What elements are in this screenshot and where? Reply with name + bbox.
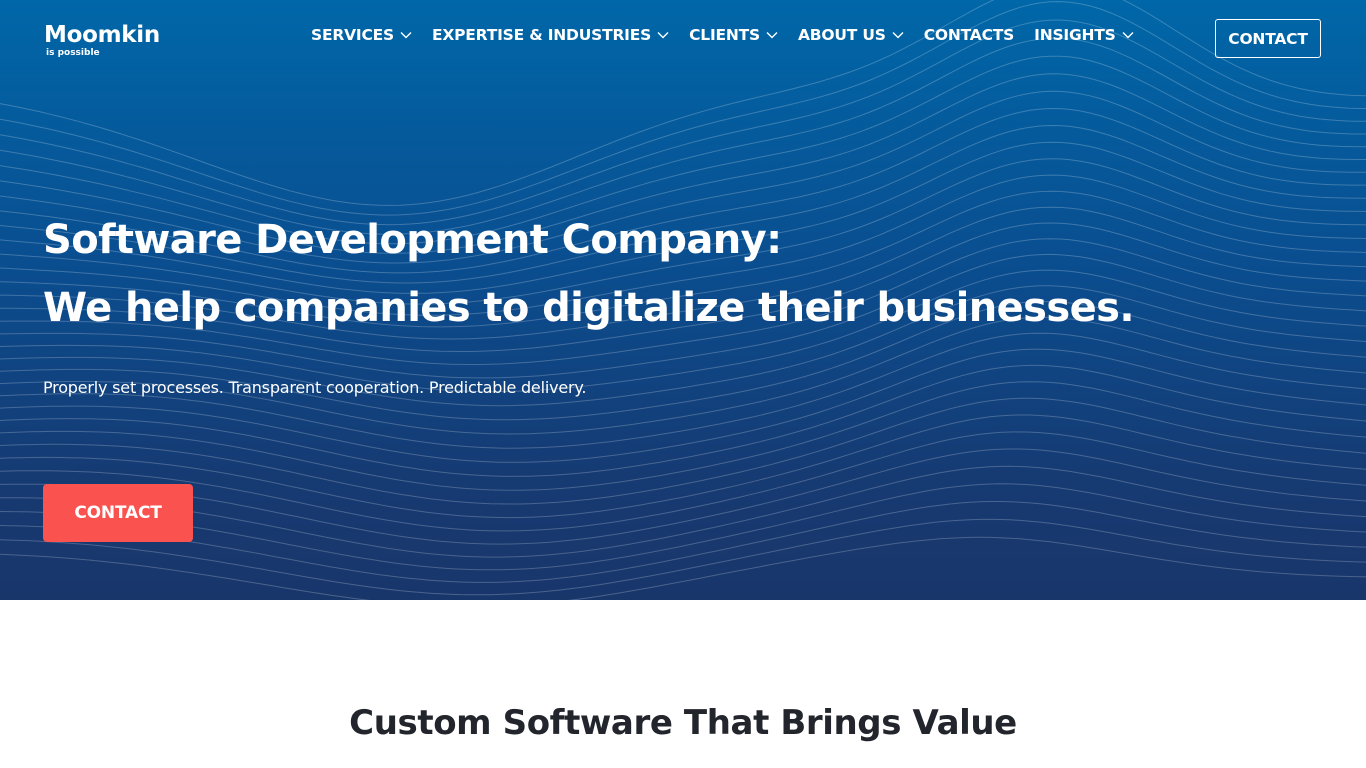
brand-name: Moomkin <box>44 22 160 48</box>
nav-item-services[interactable]: SERVICES <box>311 26 412 44</box>
nav-item-label: SERVICES <box>311 26 394 44</box>
nav-item-label: CLIENTS <box>689 26 761 44</box>
hero-subtitle: Properly set processes. Transparent coop… <box>43 378 587 397</box>
hero-contact-button[interactable]: CONTACT <box>43 484 193 542</box>
hero-title-line-2: We help companies to digitalize their bu… <box>43 285 1135 331</box>
hero-title: Software Development Company: We help co… <box>43 206 1135 342</box>
chevron-down-icon <box>1122 32 1134 39</box>
nav-item-label: EXPERTISE & INDUSTRIES <box>431 26 652 44</box>
nav-item-expertise-industries[interactable]: EXPERTISE & INDUSTRIES <box>432 26 669 44</box>
chevron-down-icon <box>657 32 669 39</box>
nav-item-about-us[interactable]: ABOUT US <box>798 26 904 44</box>
nav-item-contacts[interactable]: CONTACTS <box>923 26 1015 44</box>
nav-item-label: ABOUT US <box>798 26 886 44</box>
chevron-down-icon <box>766 32 778 39</box>
hero-section: Moomkin is possible SERVICES EXPERTISE &… <box>0 0 1366 600</box>
chevron-down-icon <box>892 32 904 39</box>
brand-tagline: is possible <box>46 48 100 58</box>
nav-item-insights[interactable]: INSIGHTS <box>1034 26 1134 44</box>
main-nav-menu: SERVICES EXPERTISE & INDUSTRIES CLIENTS … <box>311 26 1134 44</box>
hero-title-line-1: Software Development Company: <box>43 217 782 263</box>
nav-item-clients[interactable]: CLIENTS <box>689 26 778 44</box>
nav-item-label: CONTACTS <box>923 26 1015 44</box>
chevron-down-icon <box>400 32 412 39</box>
brand-logo[interactable]: Moomkin is possible <box>44 22 160 58</box>
top-navbar: Moomkin is possible SERVICES EXPERTISE &… <box>0 0 1366 80</box>
header-contact-button[interactable]: CONTACT <box>1215 19 1321 58</box>
section-title: Custom Software That Brings Value <box>349 703 1017 743</box>
nav-item-label: INSIGHTS <box>1034 26 1116 44</box>
